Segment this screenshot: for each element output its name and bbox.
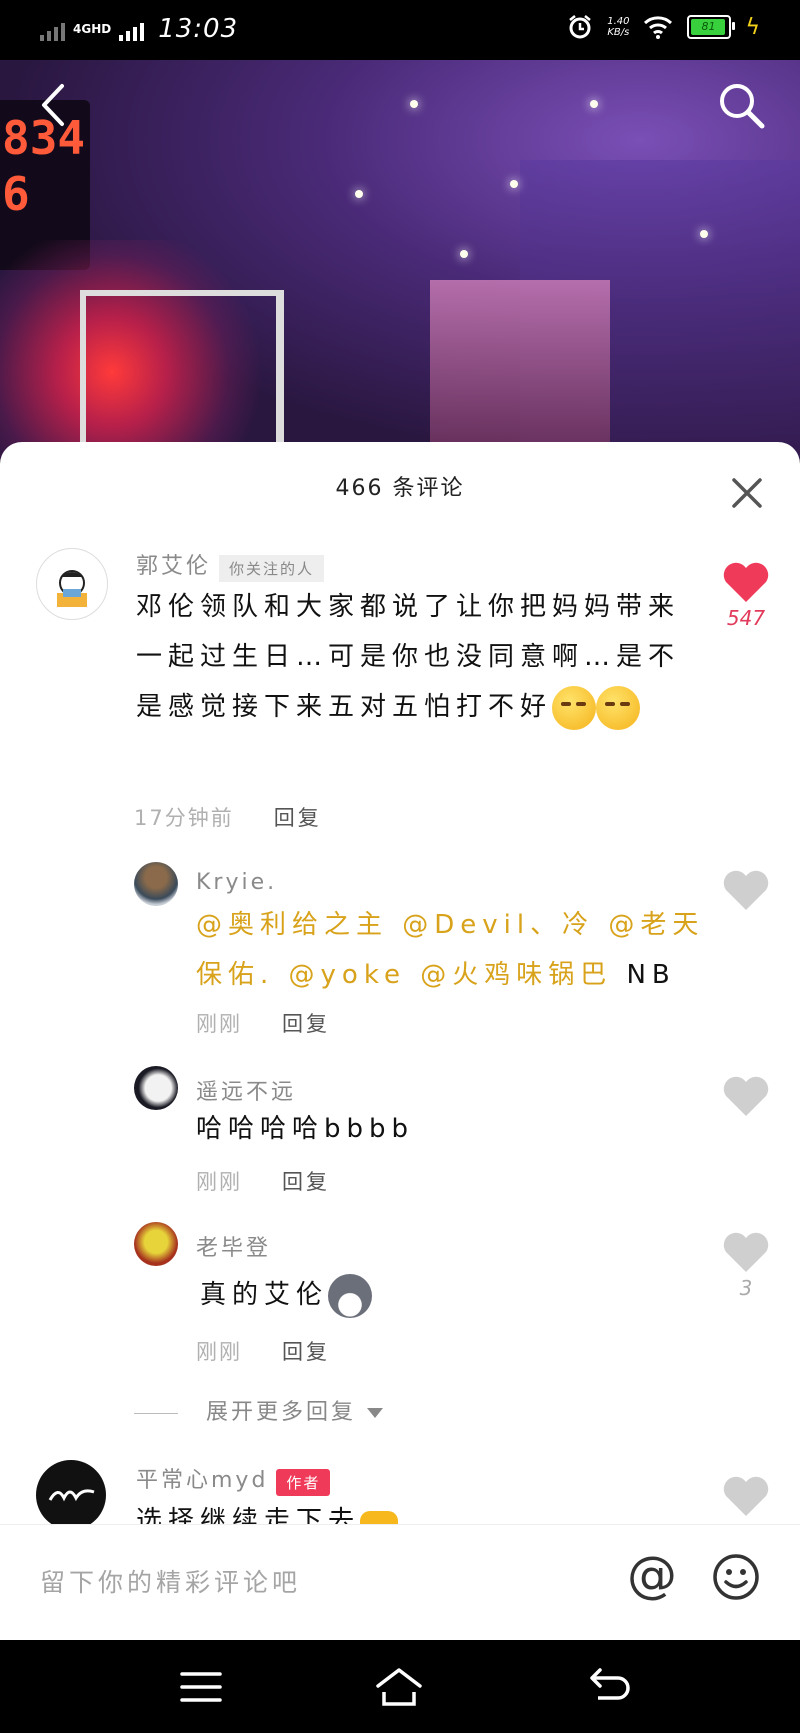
comment-meta: 17分钟前 回复 — [134, 802, 322, 832]
speed-unit: KB/s — [607, 27, 630, 38]
stage-light — [700, 230, 708, 238]
pointing-hand-emoji-icon — [360, 1510, 399, 1524]
stage-light — [355, 190, 363, 198]
heart-icon[interactable] — [722, 870, 770, 912]
signal-strong-icon — [119, 17, 145, 41]
avatar[interactable] — [134, 1066, 178, 1110]
triangle-down-icon — [367, 1408, 384, 1418]
comment-sheet: 466 条评论 郭艾伦 你关注的人 邓伦领队和大家都说了让你把妈妈带来一起过生日…… — [0, 442, 800, 1524]
stage-light — [410, 100, 418, 108]
comment-meta: 刚刚 回复 — [196, 1008, 330, 1038]
stage-light — [460, 250, 468, 258]
comment-body: 真的艾伦 — [200, 1280, 329, 1310]
expand-replies-button[interactable]: 展开更多回复 — [134, 1394, 384, 1426]
author-badge: 作者 — [276, 1469, 331, 1496]
battery-level: 81 — [691, 19, 726, 35]
timestamp: 17分钟前 — [134, 806, 234, 830]
close-icon[interactable] — [730, 476, 764, 510]
comment-author-row: 平常心myd 作者 — [136, 1462, 331, 1496]
heart-filled-icon[interactable] — [722, 562, 770, 604]
timestamp: 刚刚 — [196, 1012, 242, 1036]
comment-author-row: 郭艾伦 你关注的人 — [136, 548, 325, 582]
username[interactable]: 郭艾伦 — [136, 554, 211, 579]
myd-logo-icon — [48, 1489, 95, 1502]
network-type: 4GHD — [73, 21, 112, 36]
video-background[interactable]: 834 6 — [0, 60, 800, 460]
heart-icon[interactable] — [722, 1232, 770, 1274]
cartoon-avatar-icon — [57, 570, 87, 607]
like-count: 547 — [726, 606, 766, 630]
comment-body: 选择继续走下去 — [136, 1506, 361, 1524]
battery-icon: 81 — [687, 15, 736, 39]
network-speed: 1.40 KB/s — [607, 16, 629, 38]
comment-body: 哈哈哈哈bbbb — [196, 1114, 415, 1144]
avatar[interactable] — [134, 1222, 178, 1266]
following-badge: 你关注的人 — [219, 555, 325, 582]
back-arrow-icon[interactable] — [30, 80, 80, 130]
avatar[interactable] — [134, 862, 178, 906]
lightning-icon: ϟ — [745, 14, 760, 40]
reply-button[interactable]: 回复 — [274, 806, 322, 830]
comment-input-bar: 留下你的精彩评论吧 @ — [0, 1524, 800, 1641]
husky-emoji-icon — [328, 1273, 373, 1318]
reply-button[interactable]: 回复 — [282, 1170, 330, 1194]
comment-text: 邓伦领队和大家都说了让你把妈妈带来一起过生日…可是你也没同意啊…是不是感觉接下来… — [136, 582, 696, 732]
avatar[interactable] — [36, 1460, 106, 1524]
reply-button[interactable]: 回复 — [282, 1012, 330, 1036]
back-icon[interactable] — [584, 1662, 634, 1712]
comment-text: @奥利给之主 @Devil、冷 @老天保佑. @yoke @火鸡味锅巴 NB — [196, 900, 716, 1000]
username[interactable]: 老毕登 — [196, 1230, 271, 1262]
username[interactable]: Kryie. — [196, 870, 277, 895]
search-icon[interactable] — [714, 78, 770, 134]
comment-input[interactable]: 留下你的精彩评论吧 — [40, 1563, 301, 1599]
wifi-icon — [644, 16, 673, 39]
comment-meta: 刚刚 回复 — [196, 1166, 330, 1196]
mention-at-icon[interactable]: @ — [624, 1547, 680, 1603]
timestamp: 刚刚 — [196, 1340, 242, 1364]
timestamp: 刚刚 — [196, 1170, 242, 1194]
comment-text: 真的艾伦 — [200, 1270, 373, 1320]
avatar[interactable] — [36, 548, 108, 620]
smirk-emoji-icon — [552, 685, 597, 730]
comment-body: NB — [626, 960, 676, 990]
status-bar: 4GHD 13:03 1.40 KB/s 81 ϟ — [0, 0, 800, 60]
smirk-emoji-icon — [596, 685, 641, 730]
comment-count-title: 466 条评论 — [335, 476, 465, 501]
like-count: 3 — [739, 1276, 753, 1300]
alarm-icon — [569, 15, 591, 39]
username[interactable]: 平常心myd — [136, 1468, 268, 1493]
emoji-smile-icon[interactable] — [712, 1553, 760, 1601]
comment-meta: 刚刚 回复 — [196, 1336, 330, 1366]
speed-value: 1.40 — [607, 16, 630, 27]
heart-icon[interactable] — [722, 1476, 770, 1518]
stage-light — [590, 100, 598, 108]
username[interactable]: 遥远不远 — [196, 1074, 296, 1106]
signal-weak-icon — [40, 17, 65, 41]
reply-button[interactable]: 回复 — [282, 1340, 330, 1364]
expand-replies-label: 展开更多回复 — [206, 1400, 357, 1425]
menu-icon[interactable] — [176, 1662, 226, 1712]
stage-light — [510, 180, 518, 188]
comment-text: 选择继续走下去 — [136, 1496, 399, 1524]
basketball-frame — [80, 290, 284, 460]
heart-icon[interactable] — [722, 1076, 770, 1118]
clock: 13:03 — [158, 14, 239, 44]
system-nav-bar — [0, 1640, 800, 1733]
home-icon[interactable] — [374, 1662, 424, 1712]
stage-tower — [430, 280, 610, 460]
